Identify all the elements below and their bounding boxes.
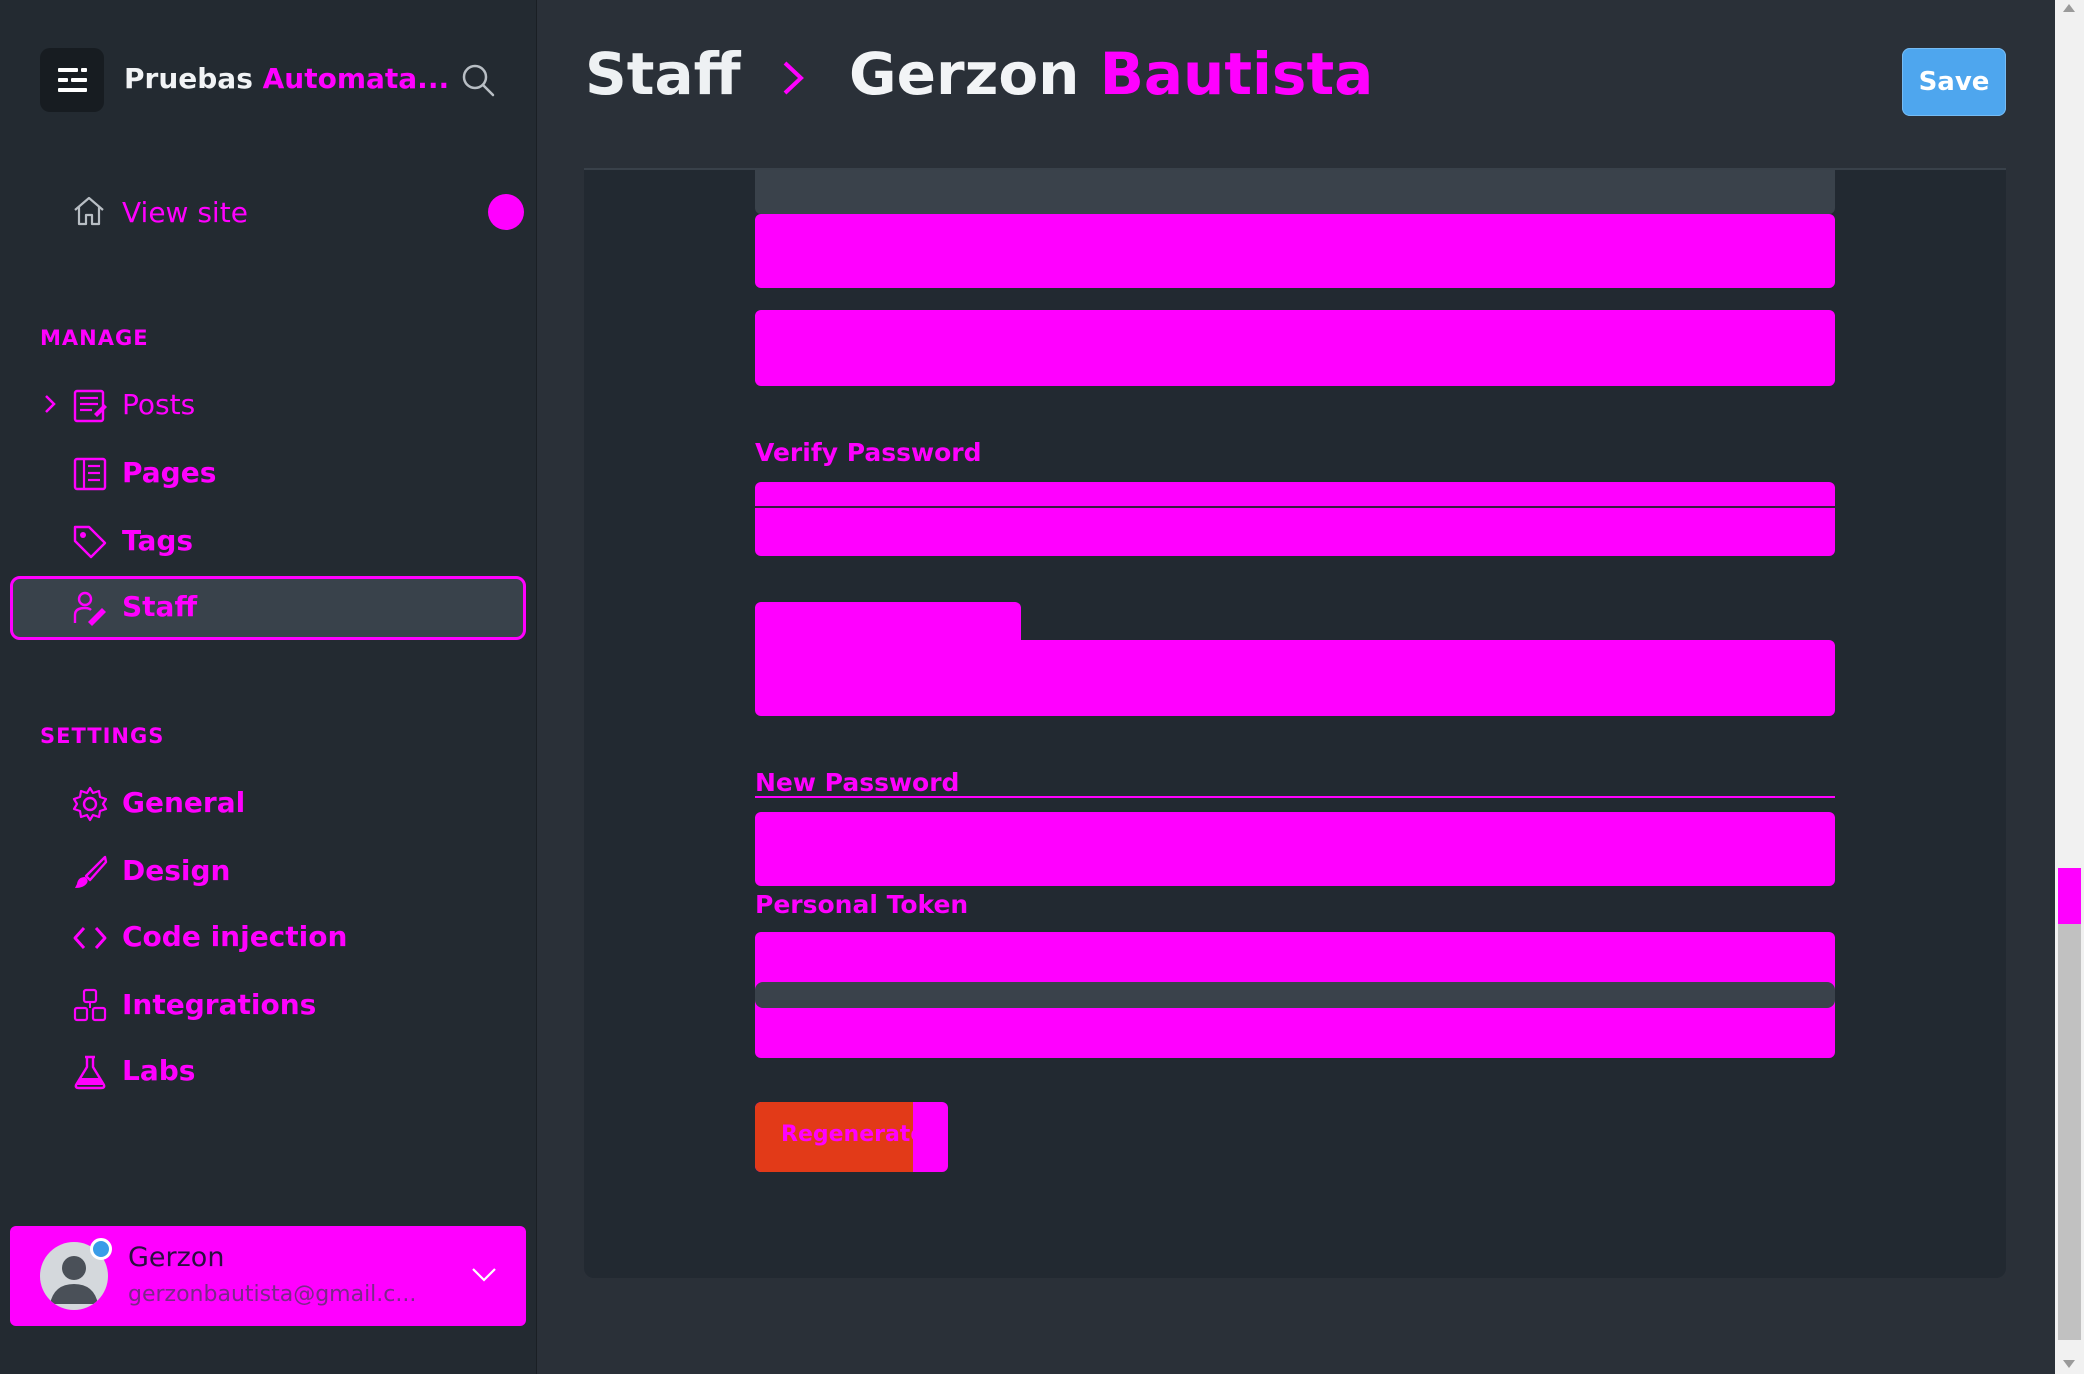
change-password-button[interactable]: [755, 640, 1835, 716]
save-button[interactable]: Save: [1902, 48, 2006, 116]
sidebar-item-design[interactable]: Design: [10, 840, 526, 904]
new-password-input[interactable]: [755, 812, 1835, 886]
chevron-right-icon[interactable]: [40, 392, 60, 416]
verify-password-input[interactable]: [755, 482, 1835, 556]
sidebar-item-label: Integrations: [122, 988, 317, 1021]
token-value-bar[interactable]: [755, 982, 1835, 1008]
staff-icon: [72, 590, 108, 626]
sidebar-item-label: General: [122, 786, 246, 819]
breadcrumb: Staff Gerzon Bautista: [585, 40, 1373, 108]
code-icon: [72, 920, 108, 956]
user-menu[interactable]: Gerzon gerzonbautista@gmail.c...: [10, 1226, 526, 1326]
notification-dot: [488, 194, 524, 230]
verify-password-label: Verify Password: [755, 438, 982, 467]
site-title-suffix: Automata...: [262, 62, 450, 95]
input-separator: [755, 506, 1835, 508]
sidebar-item-integrations[interactable]: Integrations: [10, 974, 526, 1038]
sidebar-item-label: Staff: [122, 590, 198, 623]
tag-icon: [72, 524, 108, 560]
scroll-up-icon[interactable]: [2063, 4, 2075, 12]
integrations-icon: [72, 988, 108, 1024]
password-input[interactable]: [755, 310, 1835, 386]
site-title[interactable]: Pruebas Automata...: [124, 62, 464, 95]
sidebar-item-label: Labs: [122, 1054, 196, 1087]
breadcrumb-user-last: Bautista: [1099, 40, 1374, 108]
settings-section-title: SETTINGS: [40, 724, 165, 748]
page-header: Staff Gerzon Bautista Save: [537, 0, 2055, 168]
view-site-label: View site: [122, 196, 248, 229]
pages-icon: [72, 456, 108, 492]
scroll-track[interactable]: [2058, 870, 2081, 1340]
view-site-link[interactable]: View site: [70, 188, 530, 236]
sidebar-item-label: Code injection: [122, 920, 348, 953]
search-icon[interactable]: [460, 62, 496, 98]
old-password-input[interactable]: [755, 214, 1835, 288]
breadcrumb-user-first: Gerzon: [849, 40, 1080, 108]
breadcrumb-staff-link[interactable]: Staff: [585, 40, 741, 108]
brand: Pruebas Automata...: [40, 48, 520, 112]
user-email: gerzonbautista@gmail.c...: [128, 1282, 417, 1307]
brush-icon: [72, 854, 108, 890]
home-icon: [72, 194, 106, 228]
posts-icon: [72, 388, 108, 424]
sidebar-item-posts[interactable]: Posts: [10, 374, 526, 438]
sidebar-item-label: Design: [122, 854, 231, 887]
chevron-down-icon[interactable]: [470, 1264, 498, 1284]
new-password-label: New Password: [755, 768, 960, 797]
scroll-thumb[interactable]: [2058, 868, 2081, 924]
site-title-prefix: Pruebas: [124, 62, 253, 95]
sidebar: Pruebas Automata... View site MANAGE Pos…: [0, 0, 537, 1374]
sidebar-item-label: Tags: [122, 524, 194, 557]
sidebar-item-labs[interactable]: Labs: [10, 1040, 526, 1104]
sidebar-item-general[interactable]: General: [10, 772, 526, 836]
field-divider: [755, 170, 1835, 214]
status-badge: [90, 1238, 112, 1260]
regenerate-label: Regenerate: [781, 1122, 926, 1147]
sidebar-item-pages[interactable]: Pages: [10, 442, 526, 506]
sidebar-item-label: Pages: [122, 456, 217, 489]
sidebar-item-code-injection[interactable]: Code injection: [10, 906, 526, 970]
regenerate-token-button[interactable]: Regenerate: [755, 1102, 948, 1172]
personal-token-label-text: Personal Token: [755, 890, 969, 919]
user-name: Gerzon: [128, 1242, 225, 1273]
chevron-right-icon: [783, 61, 804, 95]
manage-section-title: MANAGE: [40, 326, 149, 350]
sidebar-item-label: Posts: [122, 388, 196, 421]
sidebar-item-staff[interactable]: Staff: [10, 576, 526, 640]
label-underline: [755, 796, 1835, 798]
scroll-down-icon[interactable]: [2063, 1360, 2075, 1368]
page-scrollbar[interactable]: [2055, 0, 2084, 1374]
sidebar-item-tags[interactable]: Tags: [10, 510, 526, 574]
gear-icon: [72, 786, 108, 822]
flask-icon: [72, 1054, 108, 1090]
site-logo-icon[interactable]: [40, 48, 104, 112]
